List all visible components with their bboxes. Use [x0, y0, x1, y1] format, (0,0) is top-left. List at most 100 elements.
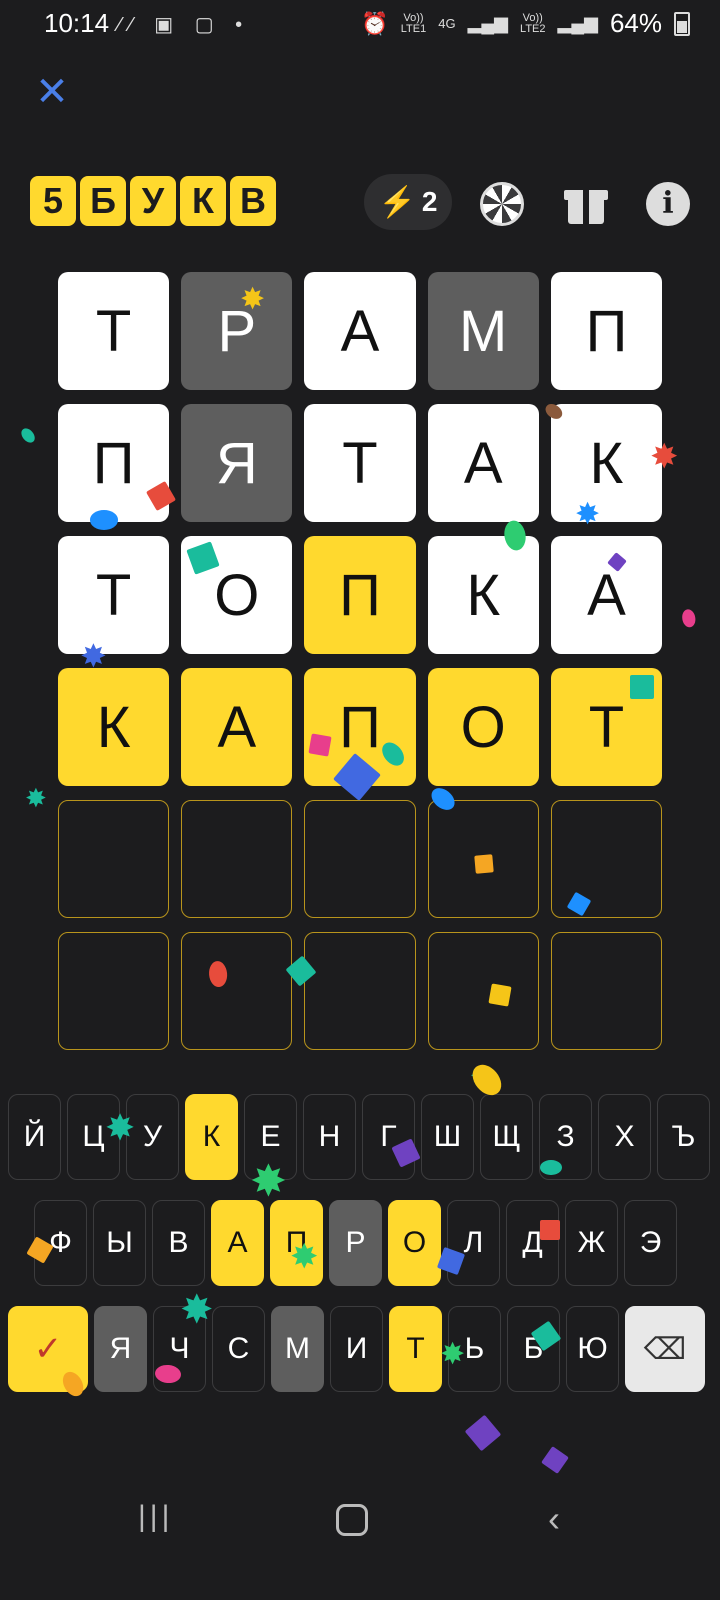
logo-letter: К: [180, 176, 226, 226]
android-nav-bar: ||| ‹: [0, 1498, 720, 1560]
battery-percent: 64%: [609, 8, 662, 38]
wheel-icon[interactable]: [480, 182, 524, 226]
confetti-piece: [541, 1446, 569, 1474]
letter-tile: [427, 932, 539, 1050]
key[interactable]: Ы: [93, 1200, 146, 1286]
key[interactable]: Р: [329, 1200, 382, 1286]
letter-tile: А: [427, 404, 539, 522]
network-indicator-1: Vo)) LTE1: [400, 11, 427, 35]
letter-tile: [550, 800, 663, 918]
lightning-icon: ⚡: [378, 185, 416, 219]
letter-tile: Р: [181, 272, 293, 390]
letter-tile: [181, 932, 293, 1050]
letter-tile: [427, 800, 539, 918]
key[interactable]: И: [330, 1306, 383, 1392]
key[interactable]: А: [211, 1200, 264, 1286]
letter-tile: О: [427, 668, 539, 786]
home-icon[interactable]: [336, 1504, 368, 1536]
key[interactable]: Ф: [34, 1200, 87, 1286]
key[interactable]: К: [185, 1094, 238, 1180]
hint-button[interactable]: ⚡ 2: [364, 174, 452, 230]
confetti-piece: ✸: [470, 1063, 491, 1090]
letter-tile: М: [427, 272, 539, 390]
enter-key[interactable]: ✓: [8, 1306, 88, 1392]
key[interactable]: Х: [598, 1094, 651, 1180]
letter-tile: П: [304, 668, 416, 786]
confetti-piece: [464, 1414, 502, 1452]
letter-tile: [550, 932, 663, 1050]
key[interactable]: Ъ: [657, 1094, 710, 1180]
key[interactable]: Ч: [153, 1306, 206, 1392]
back-icon[interactable]: ‹: [548, 1498, 560, 1540]
key[interactable]: Ю: [566, 1306, 619, 1392]
letter-tile: П: [58, 404, 170, 522]
status-bar: 10:14 ⁄⁄ ▣ ▢ • ⏰ Vo)) LTE1 4G ▂▄▆ Vo)) LTE…: [0, 0, 720, 48]
key[interactable]: С: [212, 1306, 265, 1392]
key[interactable]: П: [270, 1200, 323, 1286]
letter-tile: О: [181, 536, 293, 654]
letter-tile: [181, 800, 293, 918]
gift-icon[interactable]: [564, 182, 608, 226]
letter-tile: Т: [58, 536, 170, 654]
battery-icon: [674, 11, 690, 36]
game-logo: 5 Б У К В: [30, 176, 276, 226]
letter-tile: А: [550, 536, 663, 654]
letter-tile: А: [304, 272, 416, 390]
alarm-icon: ⏰: [361, 10, 389, 36]
key[interactable]: Н: [303, 1094, 356, 1180]
key[interactable]: Л: [447, 1200, 500, 1286]
key[interactable]: Ц: [67, 1094, 120, 1180]
network-indicator-4g: 4G: [438, 16, 456, 31]
key[interactable]: Я: [94, 1306, 147, 1392]
key[interactable]: Г: [362, 1094, 415, 1180]
letter-tile: П: [304, 536, 416, 654]
key[interactable]: М: [271, 1306, 324, 1392]
letter-tile: Т: [58, 272, 170, 390]
logo-letter: В: [230, 176, 276, 226]
signal-icon: ▂▄▆: [467, 13, 509, 33]
notification-icons: ⁄⁄ ▣ ▢ •: [118, 14, 251, 36]
key[interactable]: Ь: [448, 1306, 501, 1392]
key[interactable]: О: [388, 1200, 441, 1286]
key[interactable]: Д: [506, 1200, 559, 1286]
key[interactable]: Й: [8, 1094, 61, 1180]
backspace-key[interactable]: ⌫: [625, 1306, 705, 1392]
logo-letter: У: [130, 176, 176, 226]
status-right: ⏰ Vo)) LTE1 4G ▂▄▆ Vo)) LTE2 ▂▄▆ 64%: [361, 8, 690, 39]
key[interactable]: У: [126, 1094, 179, 1180]
game-board: ТРАМППЯТАКТОПКАКАПОТ: [58, 272, 663, 1064]
letter-tile: [304, 932, 416, 1050]
logo-letter: 5: [30, 176, 76, 226]
letter-tile: [304, 800, 416, 918]
info-icon[interactable]: i: [646, 182, 690, 226]
letter-tile: [58, 932, 170, 1050]
board-row: КАПОТ: [58, 668, 663, 786]
key[interactable]: Б: [507, 1306, 560, 1392]
key[interactable]: В: [152, 1200, 205, 1286]
key[interactable]: Т: [389, 1306, 442, 1392]
key[interactable]: Э: [624, 1200, 677, 1286]
status-time: 10:14: [44, 8, 110, 38]
letter-tile: К: [58, 668, 170, 786]
letter-tile: П: [550, 272, 663, 390]
close-icon[interactable]: ✕: [32, 72, 72, 112]
board-row: [58, 800, 663, 918]
confetti-piece: [18, 425, 38, 446]
letter-tile: [58, 800, 170, 918]
keyboard-row: ЙЦУКЕНГШЩЗХЪ: [8, 1094, 710, 1180]
board-row: ПЯТАК: [58, 404, 663, 522]
key[interactable]: Е: [244, 1094, 297, 1180]
recent-apps-icon[interactable]: |||: [138, 1500, 173, 1534]
letter-tile: К: [550, 404, 663, 522]
network-indicator-2: Vo)) LTE2: [520, 11, 546, 35]
board-row: ТОПКА: [58, 536, 663, 654]
letter-tile: Т: [304, 404, 416, 522]
key[interactable]: Ж: [565, 1200, 618, 1286]
key[interactable]: З: [539, 1094, 592, 1180]
key[interactable]: Ш: [421, 1094, 474, 1180]
confetti-piece: ✸: [25, 783, 47, 813]
letter-tile: Т: [550, 668, 663, 786]
letter-tile: Я: [181, 404, 293, 522]
board-row: ТРАМП: [58, 272, 663, 390]
key[interactable]: Щ: [480, 1094, 533, 1180]
